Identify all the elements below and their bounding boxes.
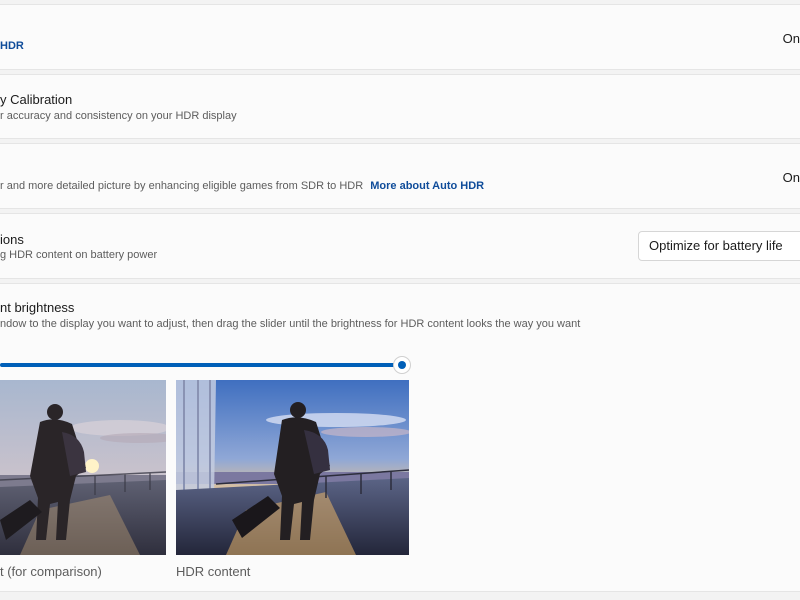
brightness-slider-thumb[interactable] (393, 356, 411, 374)
more-about-auto-hdr-link[interactable]: More about Auto HDR (370, 180, 484, 192)
hdr-state-label: On (782, 31, 800, 46)
sdr-caption: t (for comparison) (0, 564, 102, 579)
brightness-description: ndow to the display you want to adjust, … (0, 318, 581, 330)
calibration-description: r accuracy and consistency on your HDR d… (0, 110, 237, 122)
brightness-slider[interactable] (0, 356, 411, 374)
auto-hdr-row[interactable]: r and more detailed picture by enhancing… (0, 143, 800, 209)
hdr-brightness-row: nt brightness ndow to the display you wa… (0, 283, 800, 592)
calibration-title: y Calibration (0, 92, 73, 107)
hdr-row[interactable]: HDR On (0, 4, 800, 70)
hdr-settings-page: HDR On y Calibration r accuracy and cons… (0, 0, 800, 600)
brightness-slider-track[interactable] (0, 363, 402, 367)
hdr-content-image (176, 380, 409, 555)
brightness-title: nt brightness (0, 300, 75, 315)
auto-hdr-description-text: r and more detailed picture by enhancing… (0, 180, 364, 192)
battery-options-row: ions g HDR content on battery power Opti… (0, 213, 800, 279)
hdr-calibration-row[interactable]: y Calibration r accuracy and consistency… (0, 74, 800, 139)
auto-hdr-state-label: On (782, 170, 800, 185)
hdr-caption: HDR content (176, 564, 251, 579)
hdr-link[interactable]: HDR (0, 40, 24, 52)
auto-hdr-description: r and more detailed picture by enhancing… (0, 180, 484, 192)
battery-option-dropdown[interactable]: Optimize for battery life (638, 231, 800, 261)
battery-options-description: g HDR content on battery power (0, 249, 158, 261)
battery-options-title: ions (0, 232, 24, 247)
battery-option-selected-value: Optimize for battery life (649, 238, 783, 253)
sdr-comparison-image (0, 380, 166, 555)
